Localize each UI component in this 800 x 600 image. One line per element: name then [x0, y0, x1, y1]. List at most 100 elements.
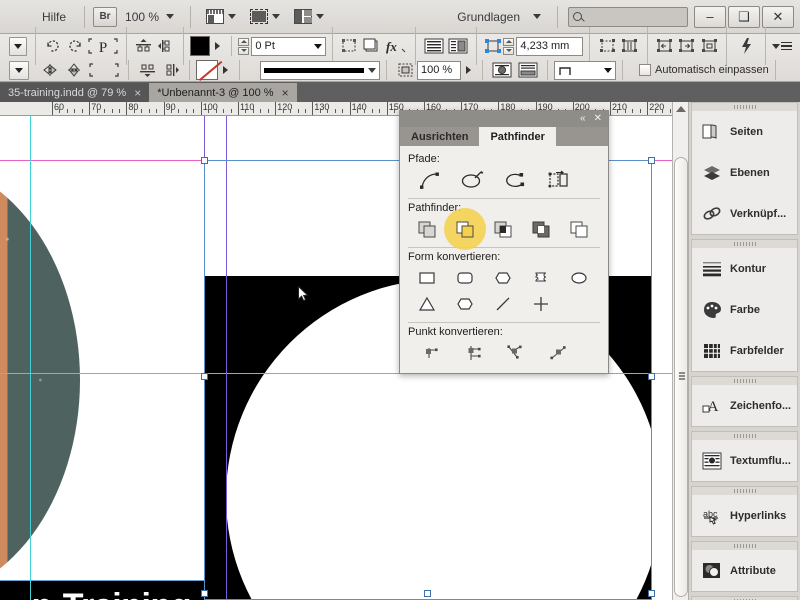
- flip-horizontal-button[interactable]: [39, 60, 61, 80]
- selection-handle-bc[interactable]: [424, 590, 431, 597]
- panel-group-grip[interactable]: [692, 103, 797, 111]
- document-tab-1[interactable]: 35-training.indd @ 79 % ×: [0, 83, 149, 102]
- select-previous-object-button[interactable]: [655, 36, 675, 56]
- text-wrap-shape-button[interactable]: [490, 60, 514, 80]
- dock-item-farbe[interactable]: Farbe: [692, 289, 797, 330]
- panel-group-grip[interactable]: [692, 487, 797, 495]
- distribute-right-button[interactable]: [160, 60, 182, 80]
- auto-fit-checkbox-row[interactable]: Automatisch einpassen: [639, 64, 769, 76]
- collapse-icon[interactable]: «: [580, 114, 586, 124]
- panel-group-grip[interactable]: [692, 542, 797, 550]
- umgekehrt-abgerundetes-rechteck-button[interactable]: [522, 265, 560, 291]
- select-next-object-button[interactable]: [677, 36, 697, 56]
- text-wrap-bounding-button[interactable]: [447, 36, 469, 56]
- abgerundetes-rechteck-button[interactable]: [446, 265, 484, 291]
- select-content-button[interactable]: [619, 36, 639, 56]
- vertical-scrollbar[interactable]: [672, 102, 688, 600]
- select-container-button[interactable]: [597, 36, 617, 56]
- selection-handle-ml[interactable]: [201, 373, 208, 380]
- artwork-composition[interactable]: ✦ PSD-tutorials.de: [0, 160, 80, 600]
- ueberlappung-ausschliessen-button[interactable]: [522, 216, 560, 242]
- stroke-weight-stepper[interactable]: [238, 37, 249, 56]
- search-input[interactable]: [585, 11, 680, 23]
- frame-fitting-button[interactable]: [340, 36, 360, 56]
- dock-item-kontur[interactable]: Kontur: [692, 248, 797, 289]
- pfad-schliessen-button[interactable]: [494, 167, 537, 193]
- selection-handle-tr[interactable]: [648, 157, 655, 164]
- effects-fx-button[interactable]: fx: [384, 36, 408, 56]
- quick-apply-button[interactable]: [734, 36, 758, 56]
- maximize-button[interactable]: ❑: [728, 6, 760, 28]
- corner-shape-field[interactable]: [554, 61, 616, 80]
- bridge-button[interactable]: Br: [93, 7, 117, 27]
- panel-group-grip[interactable]: [692, 432, 797, 440]
- selection-handle-mr[interactable]: [648, 373, 655, 380]
- close-icon[interactable]: ×: [134, 87, 141, 99]
- opacity-dropdown-arrow[interactable]: [466, 66, 471, 74]
- fill-color-dropdown-arrow[interactable]: [215, 42, 220, 50]
- preview-mode-button[interactable]: [243, 9, 287, 24]
- opacity-field[interactable]: 100 %: [417, 61, 461, 80]
- select-container-object-button[interactable]: [699, 36, 719, 56]
- hinzufuegen-button[interactable]: [408, 216, 446, 242]
- flip-vertical-button[interactable]: [63, 60, 85, 80]
- scroll-up-icon[interactable]: [676, 106, 686, 112]
- panel-group-grip[interactable]: [692, 240, 797, 248]
- selection-handle-bl[interactable]: [201, 590, 208, 597]
- horizontale-vertikale-linie-button[interactable]: [522, 291, 560, 317]
- stroke-weight-field[interactable]: 0 Pt: [251, 37, 325, 56]
- subtrahieren-button[interactable]: [446, 216, 484, 242]
- training-text-frame[interactable]: n-Training: [0, 580, 210, 600]
- rotate-counterclockwise-button[interactable]: [65, 36, 85, 56]
- dock-item-ebenen[interactable]: Ebenen: [692, 152, 797, 193]
- schnittmenge-button[interactable]: [484, 216, 522, 242]
- distribute-left-button[interactable]: [156, 36, 176, 56]
- workspace-switcher[interactable]: Grundlagen: [449, 10, 549, 24]
- ellipse-button[interactable]: [560, 265, 598, 291]
- einfacher-uebergangspunkt-button[interactable]: [408, 340, 451, 366]
- effects-frame-button[interactable]: [362, 36, 382, 56]
- dock-item-farbfelder[interactable]: Farbfelder: [692, 330, 797, 371]
- layout-arrange-button[interactable]: [287, 9, 331, 24]
- close-icon[interactable]: ×: [282, 87, 289, 99]
- dock-item-zeichenfo[interactable]: AZeichenfo...: [692, 385, 797, 426]
- scrollbar-thumb[interactable]: [674, 157, 688, 597]
- selection-handle-br[interactable]: [648, 590, 655, 597]
- rotate-clockwise-button[interactable]: [43, 36, 63, 56]
- hinteres-objekt-abziehen-button[interactable]: [560, 216, 598, 242]
- eckpunkt-button[interactable]: [451, 340, 494, 366]
- tab-ausrichten[interactable]: Ausrichten: [400, 127, 479, 146]
- polygon-button[interactable]: [446, 291, 484, 317]
- text-wrap-none-button[interactable]: [423, 36, 445, 56]
- dock-item-textumflu[interactable]: Textumflu...: [692, 440, 797, 481]
- align-top-button[interactable]: [134, 36, 154, 56]
- corner-radius-field[interactable]: 4,233 mm: [516, 37, 583, 56]
- close-icon[interactable]: ✕: [594, 114, 602, 124]
- minimize-button[interactable]: –: [694, 6, 726, 28]
- pfad-verbinden-button[interactable]: [408, 167, 451, 193]
- screen-mode-button[interactable]: [199, 9, 243, 24]
- rechteck-button[interactable]: [408, 265, 446, 291]
- text-wrap-jump-button[interactable]: [516, 60, 540, 80]
- content-grabber-toggle[interactable]: [394, 60, 416, 80]
- selection-handle-tl[interactable]: [201, 157, 208, 164]
- panel-group-grip[interactable]: [692, 377, 797, 385]
- reference-point-dropdown[interactable]: [9, 37, 28, 56]
- pfad-umkehren-button[interactable]: [537, 167, 580, 193]
- control-panel-menu-button[interactable]: [772, 42, 792, 51]
- symmetrischer-punkt-button[interactable]: [537, 340, 580, 366]
- stroke-style-field[interactable]: [260, 61, 380, 80]
- abgeschraegtes-rechteck-button[interactable]: [484, 265, 522, 291]
- pfad-oeffnen-button[interactable]: [451, 167, 494, 193]
- dock-item-attribute[interactable]: Attribute: [692, 550, 797, 591]
- menu-item-help[interactable]: Hilfe: [0, 10, 76, 24]
- panel-title-bar[interactable]: « ✕: [400, 111, 608, 127]
- tab-pathfinder[interactable]: Pathfinder: [479, 127, 555, 146]
- stroke-color-swatch-none[interactable]: [196, 60, 218, 80]
- fill-color-swatch[interactable]: [190, 36, 210, 56]
- dock-item-hyperlinks[interactable]: abcHyperlinks: [692, 495, 797, 536]
- auto-fit-checkbox[interactable]: [639, 64, 651, 76]
- document-tab-2[interactable]: *Unbenannt-3 @ 100 % ×: [149, 83, 296, 102]
- zoom-level-combo[interactable]: 100 %: [117, 10, 182, 24]
- stroke-color-dropdown-arrow[interactable]: [223, 66, 228, 74]
